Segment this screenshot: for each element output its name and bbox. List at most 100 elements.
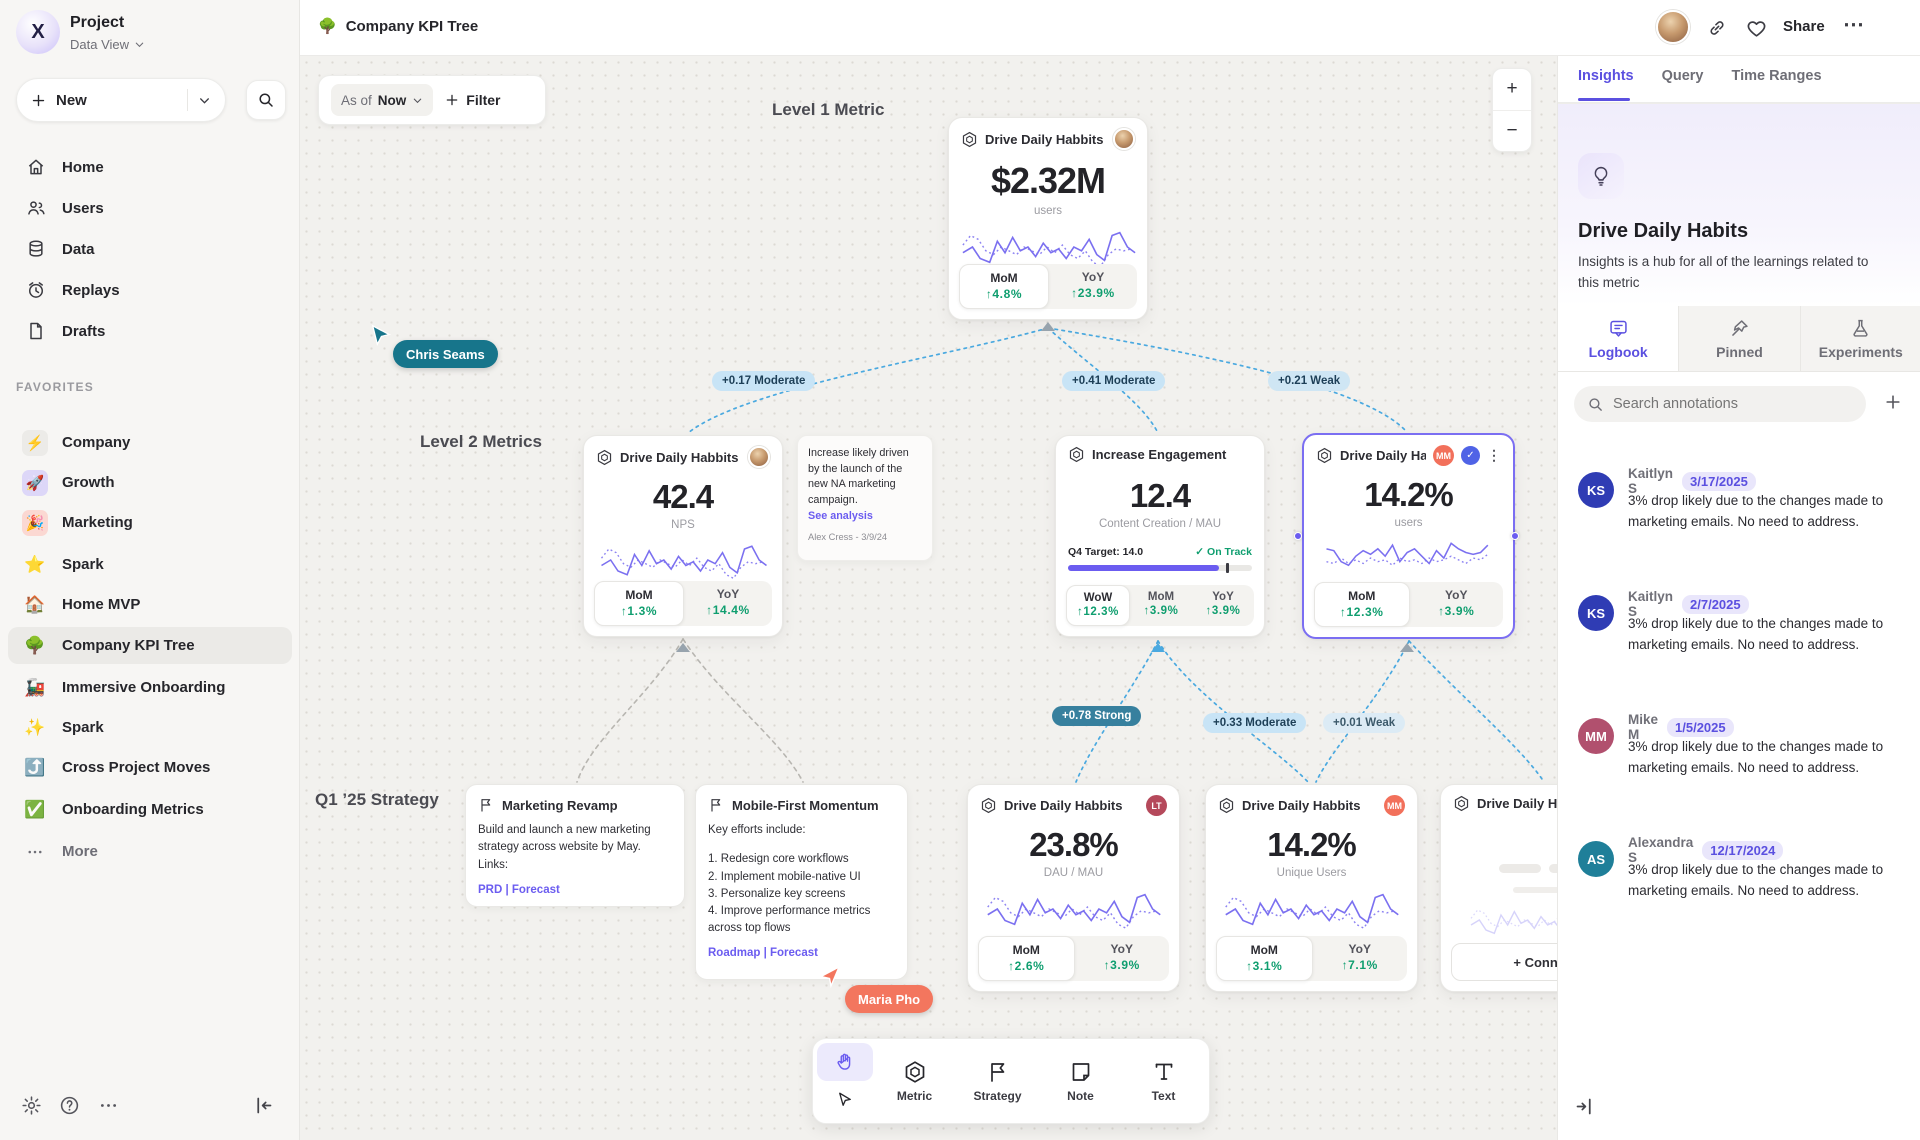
strategy-tool-button[interactable]: Strategy <box>956 1043 1039 1119</box>
overflow-menu-button[interactable]: ⋯ <box>1843 12 1864 37</box>
annotation-search[interactable] <box>1574 386 1866 422</box>
workspace-logo[interactable]: X <box>16 10 60 54</box>
metric-icon <box>1316 447 1333 464</box>
metric-unit: Content Creation / MAU <box>1068 518 1252 530</box>
stat-yoy[interactable]: YoY ↑3.9% <box>1192 585 1254 626</box>
see-analysis-link[interactable]: See analysis <box>808 510 922 522</box>
metric-card-unique-users[interactable]: Drive Daily Habbits MM 14.2% Unique User… <box>1205 784 1418 992</box>
filter-button[interactable]: Filter <box>445 92 500 108</box>
metric-card-dau[interactable]: Drive Daily Habbits LT 23.8% DAU / MAU M… <box>967 784 1180 992</box>
stat-yoy[interactable]: YoY ↑3.9% <box>1410 582 1504 627</box>
user-avatar[interactable] <box>1656 10 1690 44</box>
stat-mom[interactable]: MoM ↑4.8% <box>959 264 1049 309</box>
sidebar-fav-growth[interactable]: 🚀 Growth <box>8 464 292 501</box>
correlation-badge[interactable]: +0.01 Weak <box>1323 713 1405 733</box>
replay-icon <box>26 280 46 300</box>
sidebar-fav-spark-2[interactable]: ✨ Spark <box>8 709 292 746</box>
correlation-badge[interactable]: +0.21 Weak <box>1268 371 1350 391</box>
stat-yoy[interactable]: YoY ↑23.9% <box>1049 264 1137 309</box>
skeleton-placeholder <box>1453 864 1557 873</box>
sidebar-item-data[interactable]: Data <box>8 230 292 268</box>
annotation-note[interactable]: Increase likely driven by the launch of … <box>797 435 933 561</box>
collapse-branch-toggle[interactable] <box>676 643 690 652</box>
sidebar-fav-cross-project-moves[interactable]: ⤴️ Cross Project Moves <box>8 749 292 786</box>
add-annotation-button[interactable] <box>1883 392 1903 412</box>
kpi-tree-canvas[interactable]: Level 1 Metric Level 2 Metrics Q1 ’25 St… <box>300 56 1557 1140</box>
sidebar-item-replays[interactable]: Replays <box>8 271 292 309</box>
sidebar-fav-marketing[interactable]: 🎉 Marketing <box>8 504 292 541</box>
pin-icon <box>1729 318 1750 339</box>
metric-card-empty[interactable]: Drive Daily Hab + Connect <box>1440 784 1557 992</box>
tab-insights[interactable]: Insights <box>1578 68 1634 84</box>
connect-button[interactable]: + Connect <box>1451 943 1557 981</box>
help-button[interactable] <box>56 1092 82 1118</box>
strategy-note-marketing[interactable]: Marketing Revamp Build and launch a new … <box>465 784 685 907</box>
note-tool-button[interactable]: Note <box>1039 1043 1122 1119</box>
correlation-badge[interactable]: +0.41 Moderate <box>1062 371 1165 391</box>
subtab-logbook[interactable]: Logbook <box>1558 306 1679 371</box>
stat-yoy[interactable]: YoY ↑7.1% <box>1313 936 1408 981</box>
hand-tool-button[interactable] <box>817 1043 873 1081</box>
collapse-branch-toggle[interactable] <box>1400 643 1414 652</box>
new-button[interactable]: New <box>16 78 226 122</box>
sidebar-item-home[interactable]: Home <box>8 148 292 186</box>
workspace-label: Data View <box>70 37 129 52</box>
collapse-branch-toggle[interactable] <box>1041 322 1055 331</box>
correlation-badge[interactable]: +0.78 Strong <box>1052 706 1141 726</box>
select-tool-button[interactable] <box>817 1081 873 1119</box>
subtab-pinned[interactable]: Pinned <box>1679 306 1800 371</box>
sidebar-more-button[interactable]: More <box>8 833 292 870</box>
as-of-selector[interactable]: As of Now <box>331 84 433 116</box>
share-button[interactable]: Share <box>1783 18 1825 35</box>
sidebar-fav-spark[interactable]: ⭐ Spark <box>8 546 292 583</box>
zoom-out-button[interactable]: − <box>1493 110 1531 152</box>
zoom-in-button[interactable]: + <box>1493 69 1531 110</box>
stat-mom[interactable]: MoM ↑1.3% <box>594 581 684 626</box>
metric-card-engagement[interactable]: Increase Engagement 12.4 Content Creatio… <box>1055 435 1265 637</box>
tab-query[interactable]: Query <box>1662 68 1704 84</box>
copy-link-button[interactable] <box>1704 15 1730 41</box>
note-links[interactable]: Roadmap | Forecast <box>708 947 895 959</box>
stat-wow[interactable]: WoW ↑12.3% <box>1066 585 1130 626</box>
sidebar-fav-onboarding-metrics[interactable]: ✅ Onboarding Metrics <box>8 791 292 828</box>
collapse-branch-toggle[interactable] <box>1151 643 1165 652</box>
stat-mom[interactable]: MoM ↑3.9% <box>1130 585 1192 626</box>
selection-handle[interactable] <box>1511 532 1519 540</box>
favorite-button[interactable] <box>1743 15 1769 41</box>
sidebar-fav-company-kpi-tree[interactable]: 🌳 Company KPI Tree <box>8 627 292 664</box>
collapse-panel-button[interactable] <box>1574 1096 1595 1117</box>
collapse-sidebar-button[interactable] <box>250 1092 276 1118</box>
avatar: KS <box>1578 472 1614 508</box>
stat-mom[interactable]: MoM ↑3.1% <box>1216 936 1313 981</box>
metric-card-nps[interactable]: Drive Daily Habbits 42.4 NPS MoM ↑1.3% Y… <box>583 435 783 637</box>
sidebar-item-drafts[interactable]: Drafts <box>8 312 292 350</box>
text-tool-button[interactable]: Text <box>1122 1043 1205 1119</box>
subtab-experiments[interactable]: Experiments <box>1801 306 1920 371</box>
stat-mom[interactable]: MoM ↑12.3% <box>1314 582 1410 627</box>
sidebar-search-button[interactable] <box>246 80 286 120</box>
correlation-badge[interactable]: +0.33 Moderate <box>1203 713 1306 733</box>
kebab-menu-icon[interactable]: ⋮ <box>1487 447 1501 464</box>
sidebar-fav-company[interactable]: ⚡ Company <box>8 424 292 461</box>
stat-yoy[interactable]: YoY ↑3.9% <box>1075 936 1170 981</box>
stat-yoy[interactable]: YoY ↑14.4% <box>684 581 772 626</box>
sidebar-overflow-button[interactable] <box>95 1092 121 1118</box>
sidebar-item-users[interactable]: Users <box>8 189 292 227</box>
strategy-note-mobile[interactable]: Mobile-First Momentum Key efforts includ… <box>695 784 908 980</box>
sidebar-fav-home-mvp[interactable]: 🏠 Home MVP <box>8 586 292 623</box>
settings-button[interactable] <box>18 1092 44 1118</box>
metric-card-selected[interactable]: Drive Daily Habb.. MM ✓ ⋮ 14.2% users Mo… <box>1302 433 1515 639</box>
metric-tool-button[interactable]: Metric <box>873 1043 956 1119</box>
note-links[interactable]: PRD | Forecast <box>478 884 672 896</box>
tab-time-ranges[interactable]: Time Ranges <box>1732 68 1822 84</box>
selection-handle[interactable] <box>1294 532 1302 540</box>
annotation-search-input[interactable] <box>1613 396 1833 412</box>
workspace-switcher[interactable]: Data View <box>70 37 145 52</box>
progress-marker <box>1226 563 1229 573</box>
avatar: MM <box>1578 718 1614 754</box>
sidebar-fav-immersive-onboarding[interactable]: 🚂 Immersive Onboarding <box>8 669 292 706</box>
stat-mom[interactable]: MoM ↑2.6% <box>978 936 1075 981</box>
metric-card-level1[interactable]: Drive Daily Habbits $2.32M users MoM ↑4.… <box>948 117 1148 320</box>
correlation-badge[interactable]: +0.17 Moderate <box>712 371 815 391</box>
chevron-down-icon[interactable] <box>198 94 211 107</box>
